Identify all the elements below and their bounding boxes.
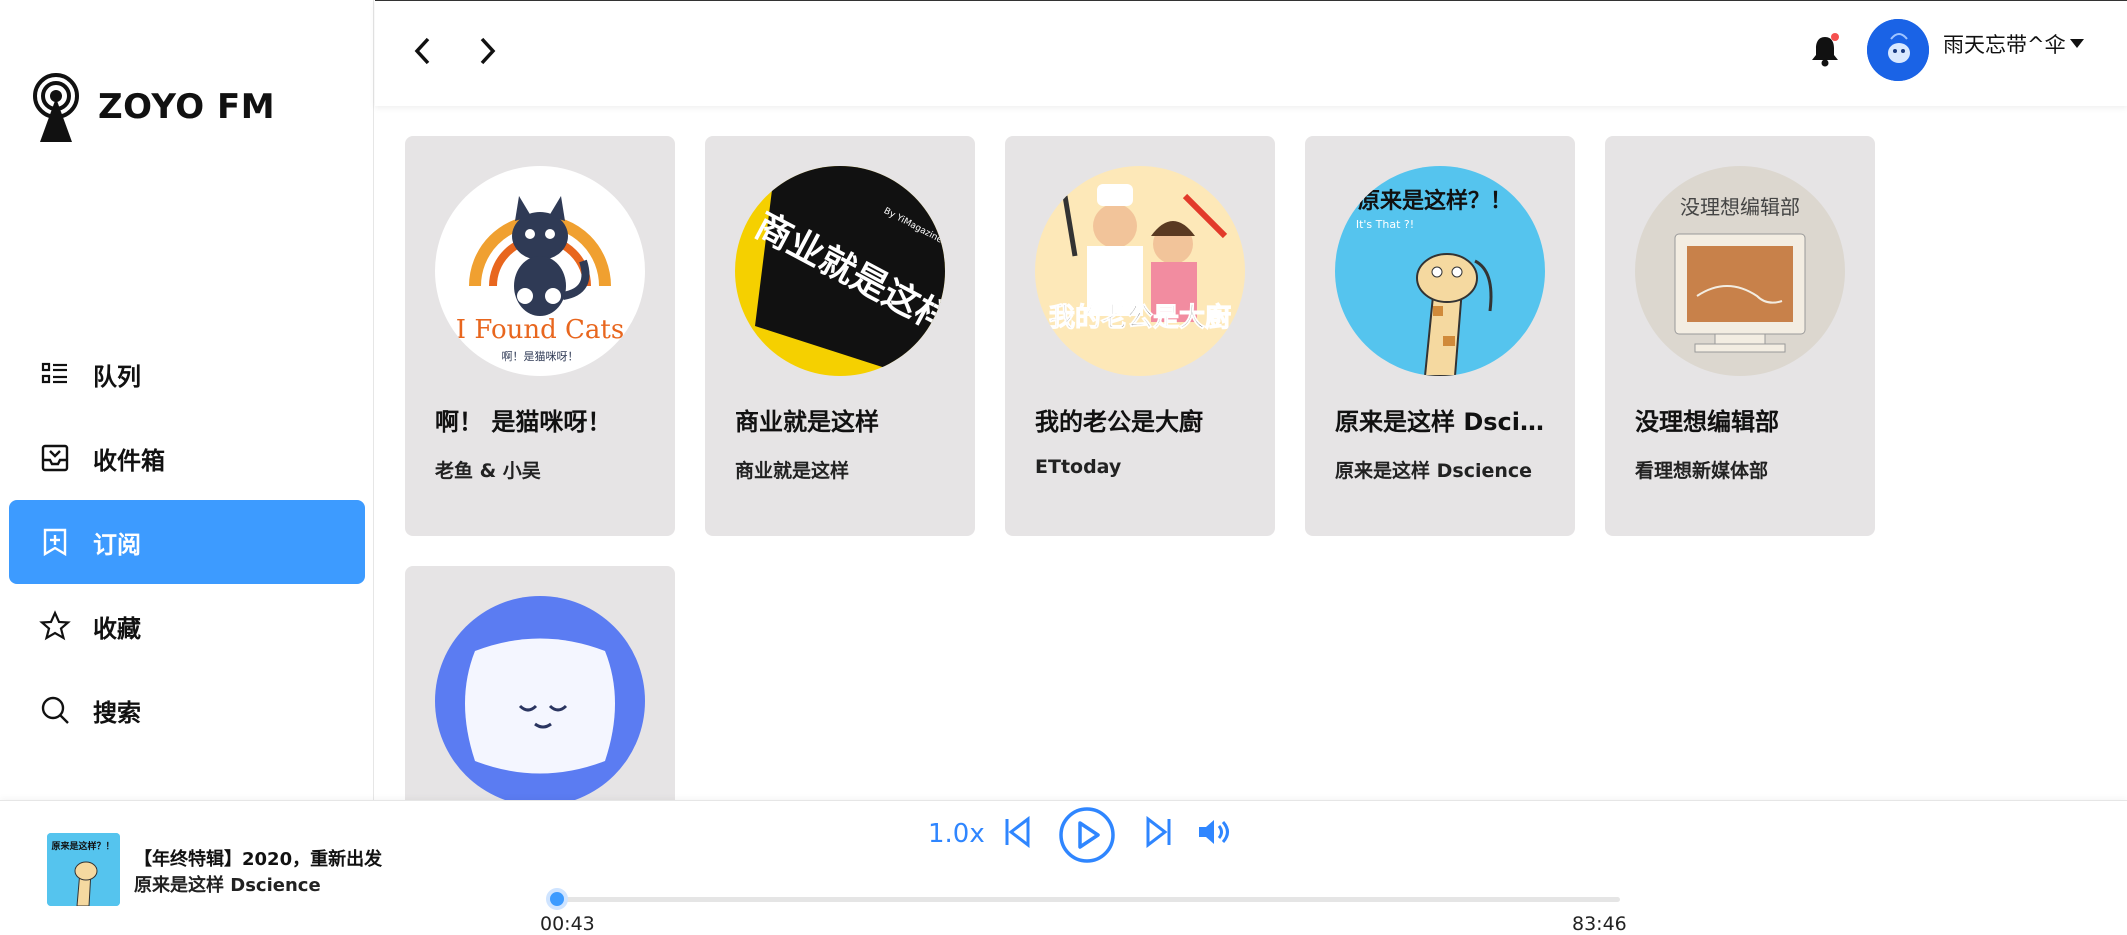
player-bar: 原来是这样？！ 【年终特辑】2020，重新出发 原来是这样 Dscience 1… [0, 800, 2127, 935]
app-title: ZOYO FM [98, 87, 276, 127]
bell-icon [1812, 37, 1838, 67]
podcast-title: 我的老公是大廚 [1035, 408, 1203, 436]
current-time: 00:43 [540, 913, 595, 935]
now-playing-cover[interactable]: 原来是这样？！ [47, 833, 120, 906]
skip-previous-icon [1005, 816, 1030, 848]
notification-dot [1831, 33, 1839, 41]
sidebar-nav: 队列 收件箱 订阅 收藏 搜索 [9, 332, 365, 752]
play-icon [1059, 807, 1115, 863]
podcast-cover: 我的老公是大廚 [1035, 166, 1245, 376]
playback-speed-button[interactable]: 1.0x [928, 819, 985, 849]
sidebar-item-queue[interactable]: 队列 [9, 332, 365, 416]
chevron-right-icon [480, 37, 496, 65]
cover-text: 我的老公是大廚 [1049, 302, 1231, 333]
avatar-image [1867, 19, 1929, 81]
username: 雨天忘带^伞 [1943, 33, 2066, 57]
total-time: 83:46 [1572, 913, 1627, 935]
back-button[interactable] [403, 31, 443, 71]
progress-bar[interactable] [546, 888, 1620, 910]
top-bar: 雨天忘带^伞 [375, 0, 2127, 106]
sidebar-item-label: 收藏 [93, 614, 141, 643]
podcast-title: 啊！ 是猫咪呀！ [435, 408, 612, 436]
sidebar-item-label: 队列 [93, 362, 141, 391]
podcast-author: ETtoday [1035, 456, 1122, 478]
podcast-card[interactable]: 我的老公是大廚 我的老公是大廚 ETtoday [1005, 136, 1275, 536]
podcast-cover: 原来是这样？！ It's That ?! [1335, 166, 1545, 376]
subscription-grid: I Found Cats 啊！是猫咪呀！ 啊！ 是猫咪呀！ 老鱼 & 小吴 商业… [405, 136, 2105, 800]
cover-text: I Found Cats [456, 315, 624, 345]
podcast-card[interactable]: I Found Cats 啊！是猫咪呀！ 啊！ 是猫咪呀！ 老鱼 & 小吴 [405, 136, 675, 536]
star-icon [39, 610, 71, 641]
chevron-left-icon [414, 37, 430, 65]
cover-subtext: 啊！是猫咪呀！ [502, 350, 579, 363]
cover-subtext: It's That ?! [1356, 218, 1414, 231]
notification-button[interactable] [1805, 31, 1845, 71]
now-playing-title[interactable]: 【年终特辑】2020，重新出发 [134, 845, 394, 871]
user-menu[interactable]: 雨天忘带^伞 [1943, 29, 2084, 59]
volume-button[interactable] [1196, 815, 1232, 849]
sidebar-item-search[interactable]: 搜索 [9, 668, 365, 752]
avatar[interactable] [1867, 19, 1929, 81]
subscribe-icon [43, 528, 67, 557]
cover-text: 原来是这样？！ [51, 840, 114, 852]
search-icon [41, 696, 69, 724]
forward-button[interactable] [467, 31, 507, 71]
progress-handle[interactable] [546, 888, 569, 910]
sidebar-item-inbox[interactable]: 收件箱 [9, 416, 365, 500]
podcast-author: 商业就是这样 [735, 460, 850, 482]
podcast-card[interactable]: 商业就是这样 By YiMagazine 商业就是这样 商业就是这样 [705, 136, 975, 536]
sidebar: ZOYO FM 队列 收件箱 订阅 收藏 搜索 [0, 0, 374, 800]
cover-text: 没理想编辑部 [1680, 195, 1800, 219]
now-playing-artist[interactable]: 原来是这样 Dscience [134, 871, 321, 897]
podcast-title: 没理想编辑部 [1635, 408, 1779, 436]
podcast-cover [435, 596, 645, 800]
sidebar-item-label: 搜索 [93, 698, 141, 727]
inbox-icon [41, 444, 69, 472]
radio-tower-icon [33, 73, 79, 142]
podcast-card[interactable]: 没理想编辑部 没理想编辑部 看理想新媒体部 [1605, 136, 1875, 536]
podcast-cover: I Found Cats 啊！是猫咪呀！ [435, 166, 645, 376]
podcast-cover: 没理想编辑部 [1635, 166, 1845, 376]
app-root: ZOYO FM 队列 收件箱 订阅 收藏 搜索 雨天忘带^伞 I Found C… [0, 0, 2127, 935]
sidebar-item-favorites[interactable]: 收藏 [9, 584, 365, 668]
podcast-author: 看理想新媒体部 [1635, 460, 1769, 482]
caret-down-icon [2069, 39, 2084, 48]
sidebar-item-subscribe[interactable]: 订阅 [9, 500, 365, 584]
next-button[interactable] [1142, 815, 1176, 849]
podcast-title: 商业就是这样 [735, 408, 879, 436]
logo: ZOYO FM [32, 72, 275, 142]
sidebar-item-label: 收件箱 [93, 446, 165, 475]
podcast-cover: 商业就是这样 By YiMagazine [735, 166, 945, 376]
skip-next-icon [1146, 816, 1171, 848]
podcast-author: 老鱼 & 小吴 [435, 460, 541, 482]
previous-button[interactable] [1000, 815, 1034, 849]
podcast-card[interactable]: 原来是这样？！ It's That ?! 原来是这样 Dscience 原来是这… [1305, 136, 1575, 536]
podcast-card[interactable] [405, 566, 675, 800]
sidebar-item-label: 订阅 [93, 530, 141, 559]
queue-list-icon [41, 362, 67, 384]
cover-text: 原来是这样？！ [1358, 188, 1512, 214]
play-button[interactable] [1058, 806, 1116, 864]
volume-icon [1199, 820, 1229, 844]
podcast-title: 原来是这样 Dscience [1335, 408, 1555, 436]
podcast-author: 原来是这样 Dscience [1335, 460, 1533, 482]
